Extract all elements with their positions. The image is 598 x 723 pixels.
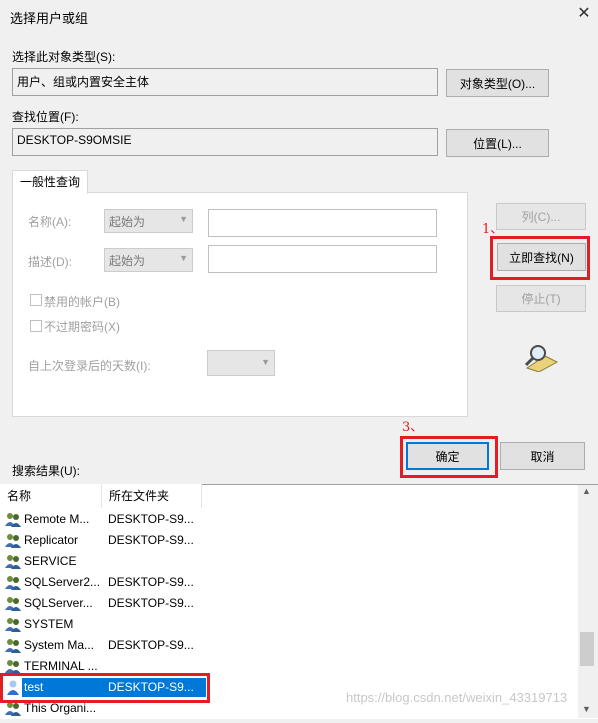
description-label: 描述(D): [28, 255, 72, 269]
location-field: DESKTOP-S9OMSIE [12, 128, 438, 156]
row-name: SYSTEM [24, 617, 74, 631]
group-icon [5, 554, 21, 569]
row-folder: DESKTOP-S9... [108, 575, 194, 589]
table-row[interactable]: SQLServer2... DESKTOP-S9... [0, 572, 578, 593]
object-type-field: 用户、组或内置安全主体 [12, 68, 438, 96]
row-name: SQLServer... [24, 596, 93, 610]
row-name: System Ma... [24, 638, 95, 652]
table-row[interactable]: System Ma... DESKTOP-S9... [0, 635, 578, 656]
watermark-text: https://blog.csdn.net/weixin_43319713 [346, 690, 568, 705]
row-name: Replicator [24, 533, 79, 547]
row-folder: DESKTOP-S9... [108, 638, 194, 652]
stop-button[interactable]: 停止(T) [496, 285, 586, 312]
location-label: 查找位置(F): [12, 110, 79, 124]
annotation-box-find-now [490, 236, 590, 280]
days-since-logon-label: 自上次登录后的天数(I): [28, 359, 151, 373]
non-expiring-password-label: 不过期密码(X) [44, 320, 120, 334]
group-icon [5, 533, 21, 548]
search-results-label: 搜索结果(U): [12, 464, 80, 478]
row-name: SQLServer2... [24, 575, 100, 589]
column-header-folder[interactable]: 所在文件夹 [102, 484, 202, 508]
columns-button[interactable]: 列(C)... [496, 203, 586, 230]
group-icon [5, 701, 21, 716]
tab-common-queries[interactable]: 一般性查询 [12, 170, 88, 194]
window-title: 选择用户或组 [10, 11, 89, 26]
scroll-down-icon[interactable]: ▼ [582, 704, 591, 714]
object-type-label: 选择此对象类型(S): [12, 50, 116, 64]
group-icon [5, 638, 21, 653]
row-folder: DESKTOP-S9... [108, 533, 194, 547]
table-row[interactable]: Remote M... DESKTOP-S9... [0, 509, 578, 530]
disabled-accounts-checkbox[interactable] [30, 294, 42, 306]
disabled-accounts-label: 禁用的帐户(B) [44, 295, 120, 309]
group-icon [5, 596, 21, 611]
annotation-box-ok [400, 436, 498, 478]
group-icon [5, 512, 21, 527]
annotation-step-1: 1、 [482, 222, 504, 237]
days-since-logon-combo[interactable]: ▼ [207, 350, 275, 376]
group-icon [5, 659, 21, 674]
close-icon[interactable]: ✕ [574, 4, 594, 24]
table-row[interactable]: SERVICE [0, 551, 578, 572]
annotation-step-3: 3、 [402, 420, 424, 435]
object-types-button[interactable]: 对象类型(O)... [446, 69, 549, 97]
scroll-up-icon[interactable]: ▲ [582, 486, 591, 496]
cancel-button[interactable]: 取消 [500, 442, 585, 470]
chevron-down-icon: ▼ [261, 357, 270, 367]
name-input[interactable] [208, 209, 437, 237]
group-icon [5, 575, 21, 590]
table-row[interactable]: SQLServer... DESKTOP-S9... [0, 593, 578, 614]
row-name: SERVICE [24, 554, 77, 568]
table-row[interactable]: SYSTEM [0, 614, 578, 635]
table-row[interactable]: Replicator DESKTOP-S9... [0, 530, 578, 551]
locations-button[interactable]: 位置(L)... [446, 129, 549, 157]
name-label: 名称(A): [28, 215, 72, 229]
row-folder: DESKTOP-S9... [108, 512, 194, 526]
name-match-combo[interactable]: 起始为 ▼ [104, 209, 193, 233]
name-match-value: 起始为 [109, 215, 146, 229]
description-input[interactable] [208, 245, 437, 273]
annotation-box-selected-row [0, 673, 210, 703]
scrollbar-thumb[interactable] [580, 632, 594, 666]
non-expiring-password-checkbox[interactable] [30, 320, 42, 332]
search-magnifier-icon [523, 342, 559, 373]
row-folder: DESKTOP-S9... [108, 596, 194, 610]
chevron-down-icon: ▼ [179, 253, 188, 263]
description-match-combo[interactable]: 起始为 ▼ [104, 248, 193, 272]
results-scrollbar[interactable] [578, 485, 598, 718]
column-header-name[interactable]: 名称 [0, 484, 102, 508]
description-match-value: 起始为 [109, 254, 146, 268]
row-name: Remote M... [24, 512, 90, 526]
chevron-down-icon: ▼ [179, 214, 188, 224]
group-icon [5, 617, 21, 632]
